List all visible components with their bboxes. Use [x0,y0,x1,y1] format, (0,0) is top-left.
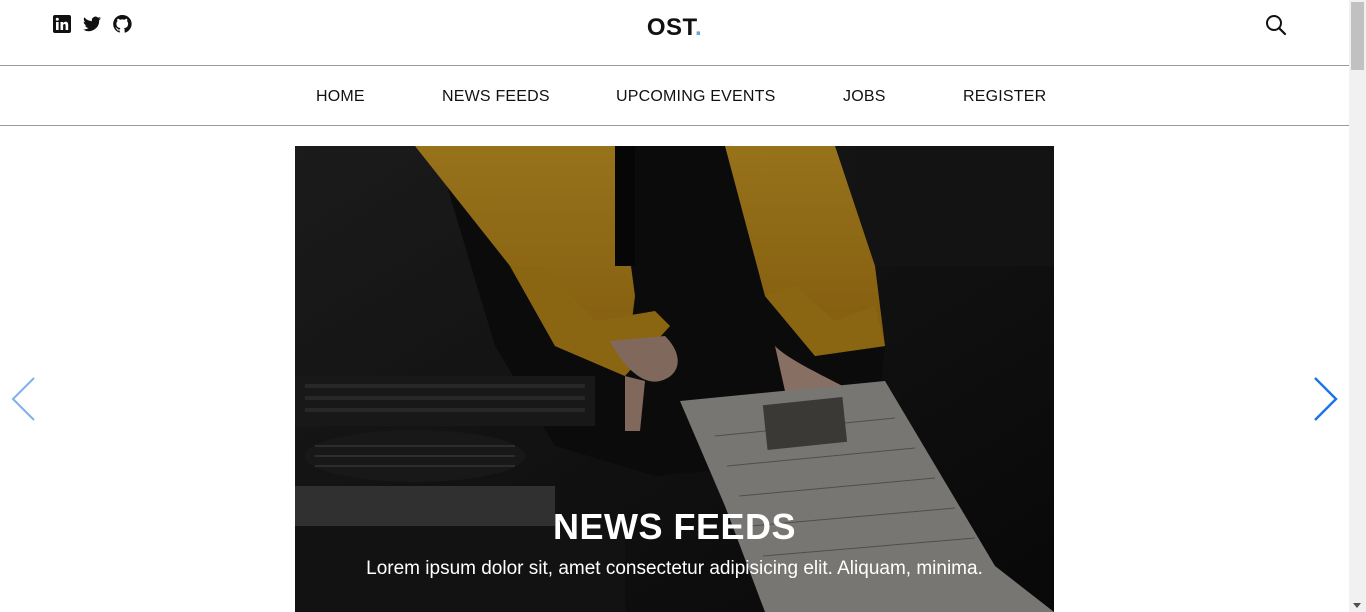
page-scrollbar[interactable] [1349,0,1366,612]
logo-dot: . [695,14,703,41]
scrollbar-thumb[interactable] [1351,2,1364,70]
chevron-right-icon[interactable] [1311,376,1341,422]
nav-item-jobs[interactable]: JOBS [843,88,886,106]
nav-item-register[interactable]: REGISTER [963,88,1046,106]
carousel-slide: NEWS FEEDS Lorem ipsum dolor sit, amet c… [295,146,1054,612]
nav-item-home[interactable]: HOME [316,88,365,106]
chevron-left-icon[interactable] [10,376,40,422]
nav-item-upcoming-events[interactable]: UPCOMING EVENTS [616,88,775,106]
top-header: OST. [0,0,1349,66]
search-icon[interactable] [1265,14,1287,36]
slide-title: NEWS FEEDS [552,506,797,547]
nav-item-news-feeds[interactable]: NEWS FEEDS [442,88,550,106]
logo-text: OST [646,14,695,41]
scroll-down-arrow-icon[interactable] [1353,603,1361,608]
main-nav: HOME NEWS FEEDS UPCOMING EVENTS JOBS REG… [0,67,1349,126]
site-logo[interactable]: OST. [0,14,1349,42]
slide-caption: Lorem ipsum dolor sit, amet consectetur … [366,558,983,579]
